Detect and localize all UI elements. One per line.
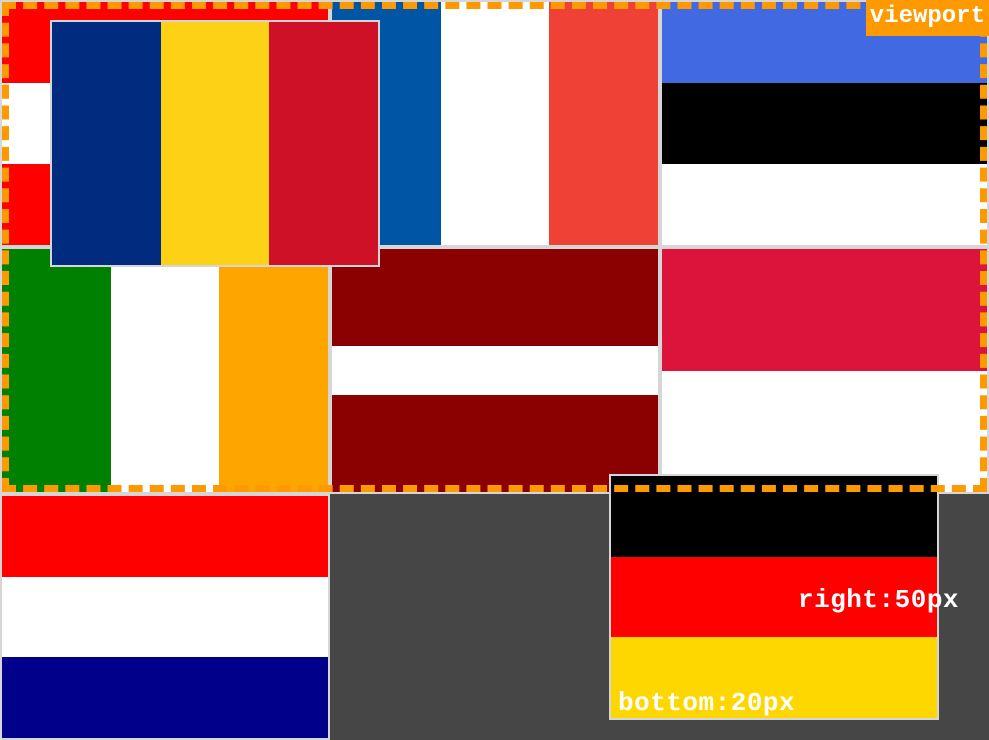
estonia-flag xyxy=(660,0,989,247)
ireland-flag xyxy=(0,247,330,494)
viewport-label: viewport xyxy=(865,0,989,36)
poland-flag xyxy=(660,247,989,494)
latvia-flag xyxy=(330,247,660,494)
diagram-canvas: viewport right:50px bottom:20px xyxy=(0,0,989,740)
netherlands-flag xyxy=(0,494,330,740)
bottom-offset-label: bottom:20px xyxy=(618,688,796,718)
right-offset-label: right:50px xyxy=(798,585,960,615)
romania-flag xyxy=(50,20,380,267)
